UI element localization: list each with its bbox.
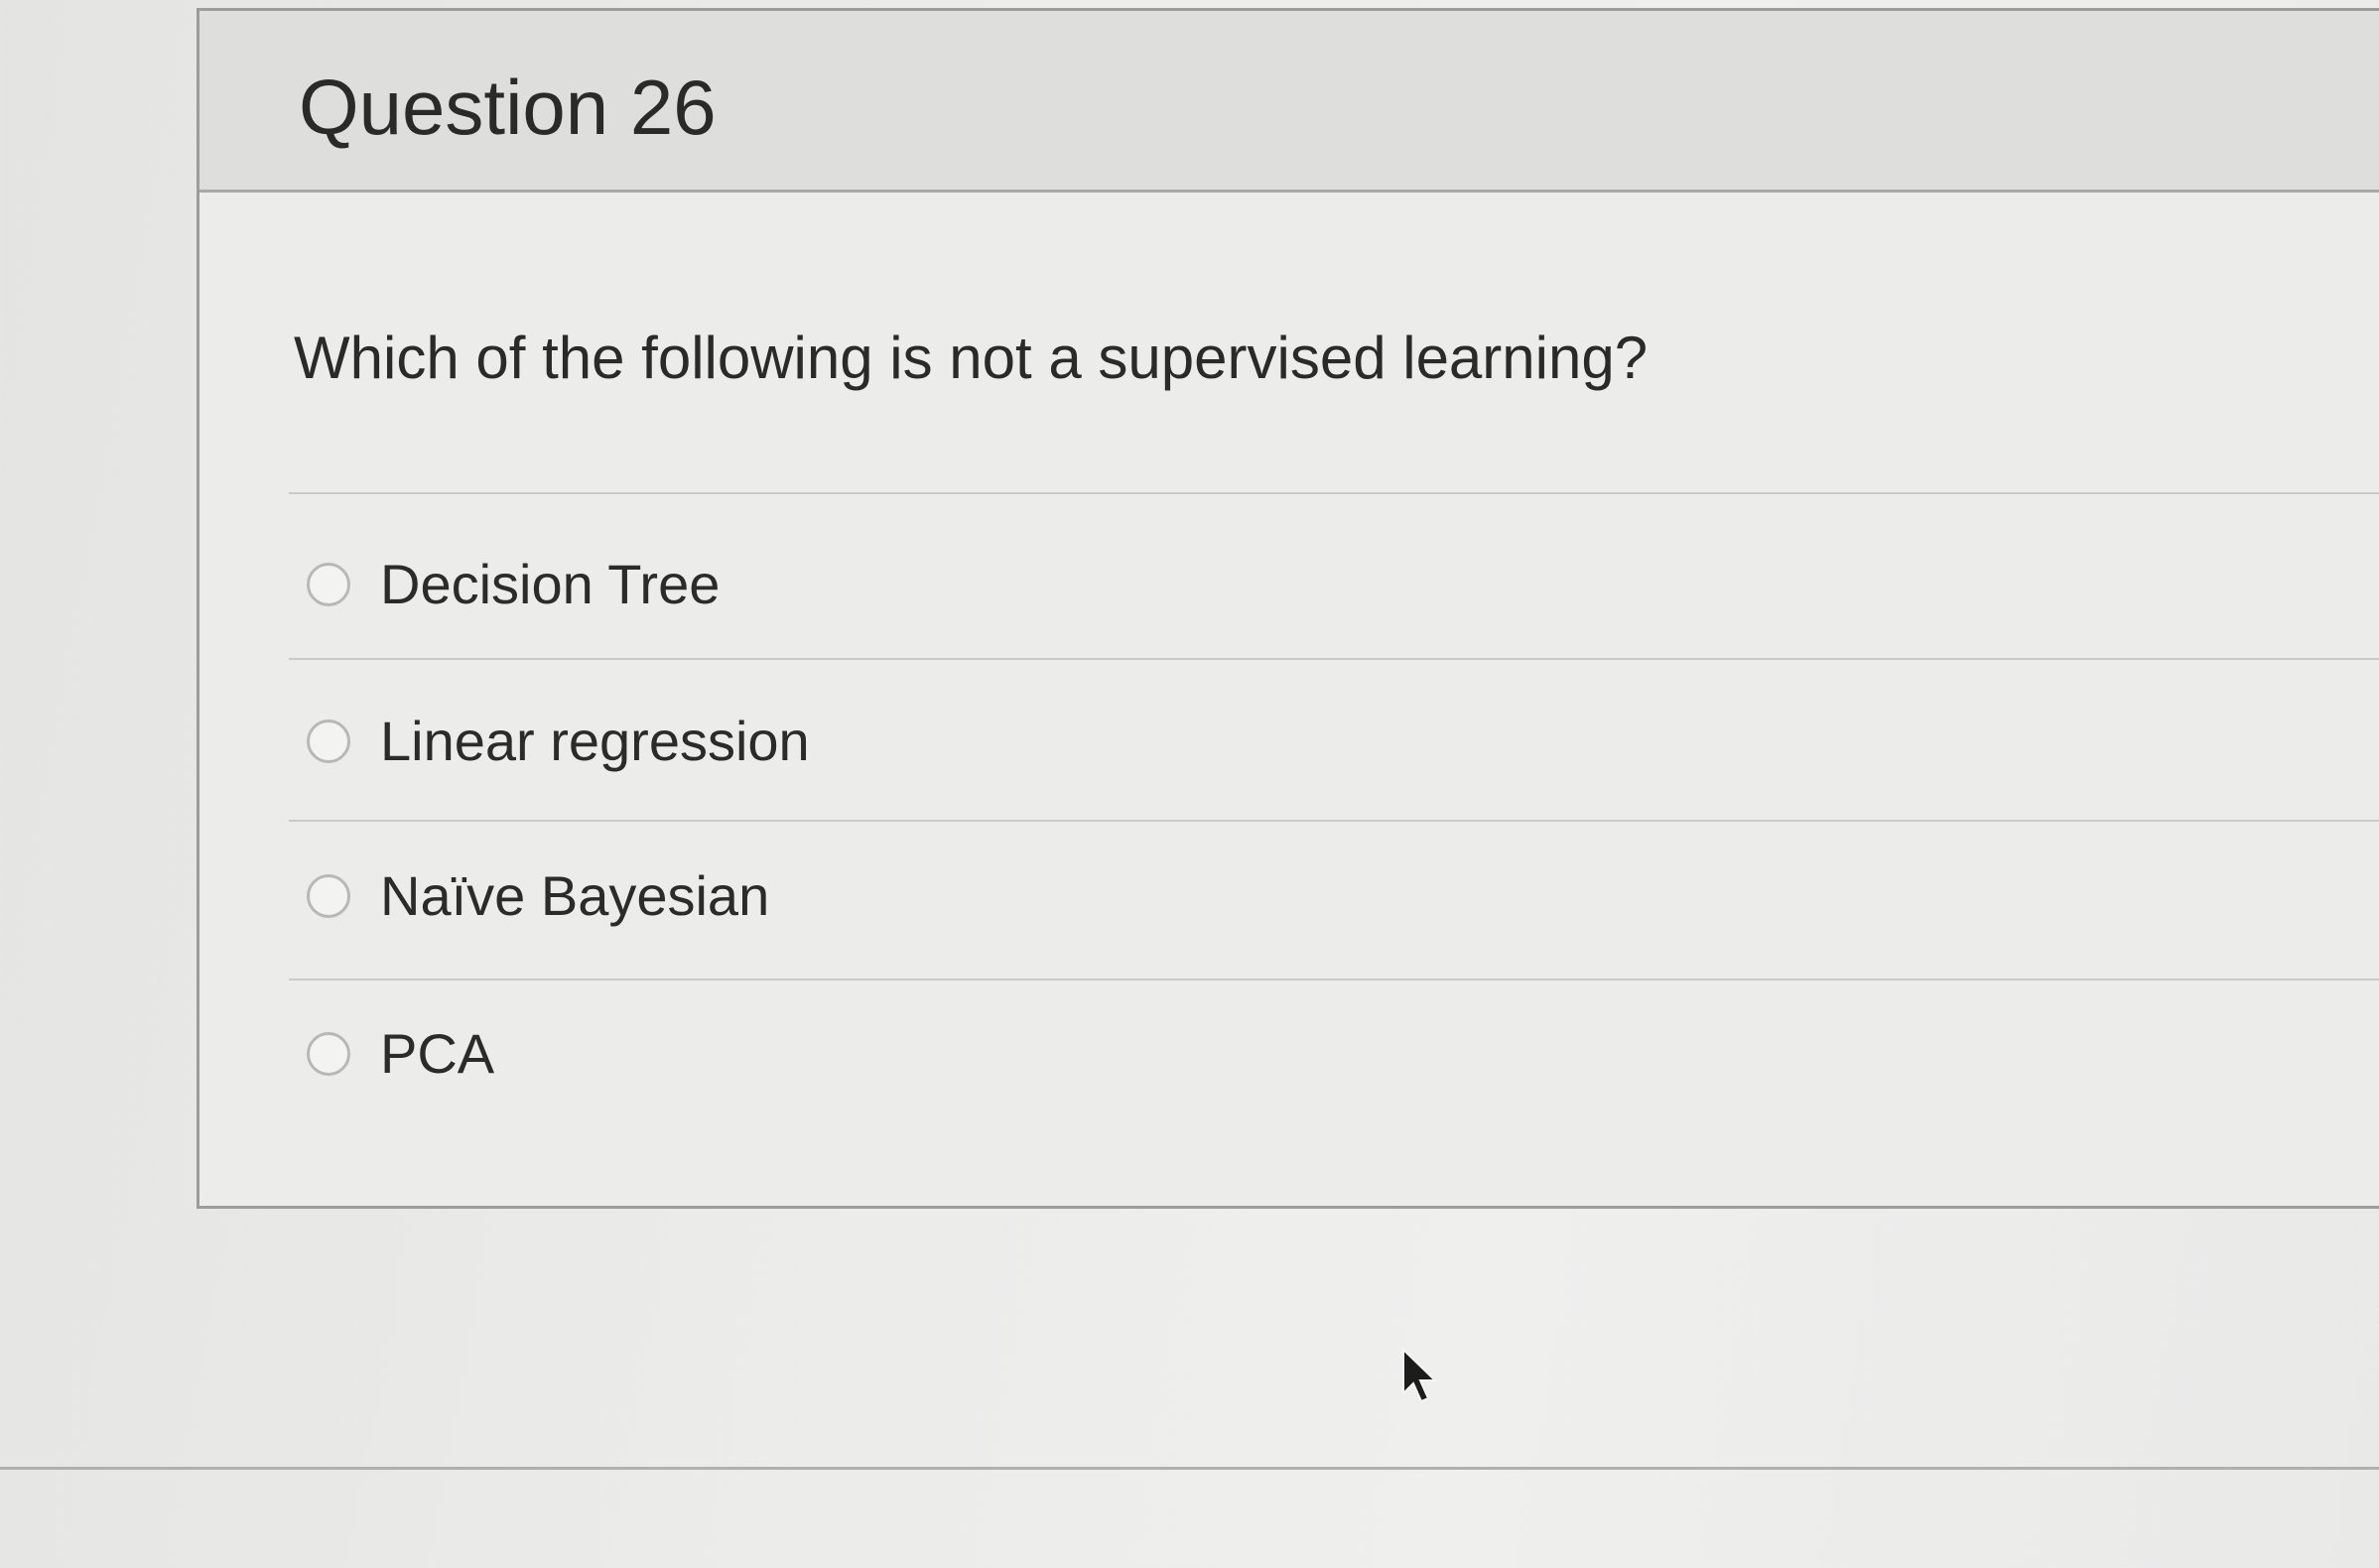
radio-button-icon[interactable] <box>307 719 350 763</box>
question-title: Question 26 <box>299 64 717 151</box>
question-prompt: Which of the following is not a supervis… <box>294 325 1649 391</box>
answer-option-decision-tree[interactable]: Decision Tree <box>307 545 720 624</box>
answer-label: Naïve Bayesian <box>380 864 770 927</box>
answer-label: Linear regression <box>380 710 810 772</box>
question-header: Question 26 <box>199 11 2379 193</box>
answer-divider <box>289 492 2379 494</box>
radio-button-icon[interactable] <box>307 563 350 606</box>
question-card: Question 26 Which of the following is no… <box>197 8 2379 1209</box>
answer-label: Decision Tree <box>380 553 721 615</box>
answer-option-pca[interactable]: PCA <box>307 1014 494 1094</box>
answer-label: PCA <box>380 1022 495 1085</box>
radio-button-icon[interactable] <box>307 874 350 918</box>
answer-option-linear-regression[interactable]: Linear regression <box>307 702 810 781</box>
answer-option-naive-bayesian[interactable]: Naïve Bayesian <box>307 856 769 936</box>
radio-button-icon[interactable] <box>307 1032 350 1076</box>
answer-divider <box>289 658 2379 660</box>
mouse-pointer-icon <box>1402 1348 1438 1403</box>
section-divider <box>0 1467 2379 1470</box>
answer-divider <box>289 979 2379 980</box>
answer-divider <box>289 820 2379 822</box>
